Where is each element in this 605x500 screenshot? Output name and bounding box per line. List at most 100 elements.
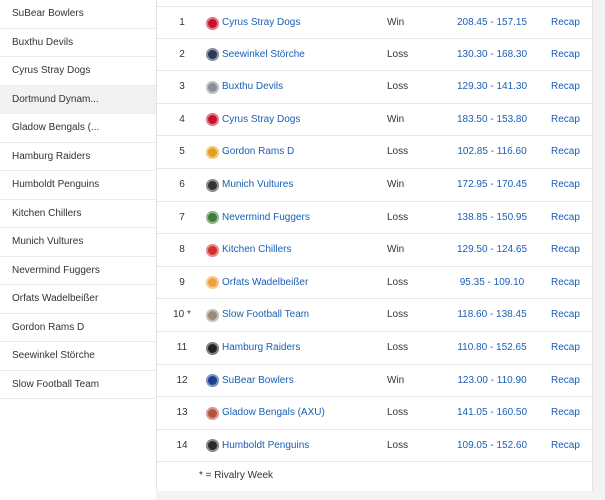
opponent-team-link[interactable]: Kitchen Chillers: [222, 234, 291, 267]
game-score-link[interactable]: 102.85 - 116.60: [432, 136, 552, 169]
sidebar-team-item[interactable]: Munich Vultures: [0, 228, 156, 257]
opponent-team-link[interactable]: SuBear Bowlers: [222, 365, 294, 398]
schedule-row: 11 Hamburg Raiders Loss 110.80 - 152.65 Reca…: [157, 332, 592, 365]
game-score-link[interactable]: 123.00 - 110.90: [432, 365, 552, 398]
recap-link[interactable]: Recap: [551, 299, 580, 332]
orfats-logo-icon: [206, 276, 219, 290]
sidebar-team-item[interactable]: Hamburg Raiders: [0, 143, 156, 171]
game-score-link[interactable]: 130.30 - 168.30: [432, 39, 552, 72]
opponent-team-link[interactable]: Hamburg Raiders: [222, 332, 300, 365]
week-number: 1: [179, 17, 185, 28]
sidebar-team-item[interactable]: Seewinkel Störche: [0, 342, 156, 371]
game-score-link[interactable]: 118.60 - 138.45: [432, 299, 552, 332]
recap-link[interactable]: Recap: [551, 397, 580, 430]
sidebar-team-item[interactable]: SuBear Bowlers: [0, 0, 156, 29]
schedule-row: 13 Gladow Bengals (AXU) Loss 141.05 - 160.5…: [157, 397, 592, 430]
game-result: Loss: [387, 48, 409, 60]
sidebar-team-item[interactable]: Gladow Bengals (...: [0, 114, 156, 143]
schedule-row: 7 Nevermind Fuggers Loss 138.85 - 150.95 Rec…: [157, 202, 592, 235]
game-result: Win: [387, 244, 405, 256]
recap-link[interactable]: Recap: [551, 39, 580, 72]
game-result: Loss: [387, 146, 409, 158]
cyrus-logo-icon: [206, 113, 219, 127]
rivalry-footnote: * = Rivalry Week: [199, 470, 274, 481]
game-result: Loss: [387, 342, 409, 353]
game-score-link[interactable]: 109.05 - 152.60: [432, 430, 552, 463]
opponent-team-link[interactable]: Buxthu Devils: [222, 71, 283, 104]
game-result: Loss: [387, 309, 409, 321]
opponent-team-link[interactable]: Slow Football Team: [222, 299, 309, 332]
sidebar-background: [0, 410, 156, 500]
week-number: 9: [179, 276, 185, 288]
opponent-team-link[interactable]: Gordon Rams D: [222, 136, 294, 169]
game-score-link[interactable]: 172.95 - 170.45: [432, 169, 552, 202]
sidebar-team-item[interactable]: Humboldt Penguins: [0, 171, 156, 200]
game-result: Win: [387, 374, 405, 386]
recap-link[interactable]: Recap: [551, 7, 580, 40]
game-score-link[interactable]: 208.45 - 157.15: [432, 7, 552, 40]
recap-link[interactable]: Recap: [551, 71, 580, 104]
opponent-team-link[interactable]: Orfats Wadelbeißer: [222, 267, 308, 300]
humboldt-logo-icon: [206, 439, 219, 453]
recap-link[interactable]: Recap: [551, 234, 580, 267]
game-score-link[interactable]: 110.80 - 152.65: [432, 332, 552, 365]
seewinkel-logo-icon: [206, 48, 219, 62]
sidebar-team-item[interactable]: Buxthu Devils: [0, 29, 156, 57]
week-number: 12: [176, 374, 188, 386]
schedule-row: 2 Seewinkel Störche Loss 130.30 - 168.30 Rec…: [157, 39, 592, 72]
schedule-row: 6 Munich Vultures Win 172.95 - 170.45 Recap: [157, 169, 592, 202]
recap-link[interactable]: Recap: [551, 169, 580, 202]
schedule-row: 10 * Slow Football Team Loss 118.60 - 138.4…: [157, 299, 592, 332]
opponent-team-link[interactable]: Cyrus Stray Dogs: [222, 104, 300, 137]
week-number: 7: [179, 211, 185, 223]
schedule-row: 1 Cyrus Stray Dogs Win 208.45 - 157.15 Recap: [157, 6, 592, 39]
slow-logo-icon: [206, 308, 219, 322]
game-result: Loss: [387, 81, 409, 93]
game-score-link[interactable]: 141.05 - 160.50: [432, 397, 552, 430]
recap-link[interactable]: Recap: [551, 430, 580, 463]
recap-link[interactable]: Recap: [551, 104, 580, 137]
recap-link[interactable]: Recap: [551, 136, 580, 169]
schedule-row: 9 Orfats Wadelbeißer Loss 95.35 - 109.10 Rec…: [157, 267, 592, 300]
game-score-link[interactable]: 95.35 - 109.10: [432, 267, 552, 300]
opponent-team-link[interactable]: Seewinkel Störche: [222, 39, 305, 72]
opponent-team-link[interactable]: Munich Vultures: [222, 169, 293, 202]
schedule-row: 5 Gordon Rams D Loss 102.85 - 116.60 Recap: [157, 136, 592, 169]
game-score-link[interactable]: 183.50 - 153.80: [432, 104, 552, 137]
sidebar-team-item[interactable]: Nevermind Fuggers: [0, 257, 156, 285]
recap-link[interactable]: Recap: [551, 202, 580, 235]
recap-link[interactable]: Recap: [551, 332, 580, 365]
schedule-table: * = Rivalry Week 1 Cyrus Stray Dogs Win 208…: [156, 0, 593, 491]
buxthu-logo-icon: [206, 80, 219, 94]
game-score-link[interactable]: 138.85 - 150.95: [432, 202, 552, 235]
sidebar-team-item[interactable]: Slow Football Team: [0, 371, 156, 399]
sidebar-team-item[interactable]: Dortmund Dynam...: [0, 85, 156, 114]
opponent-team-link[interactable]: Cyrus Stray Dogs: [222, 7, 300, 40]
game-result: Loss: [387, 211, 409, 223]
team-sidebar: SuBear Bowlers Buxthu Devils Cyrus Stray D…: [0, 0, 157, 411]
week-number: 3: [179, 81, 185, 93]
opponent-team-link[interactable]: Humboldt Penguins: [222, 430, 309, 463]
game-score-link[interactable]: 129.50 - 124.65: [432, 234, 552, 267]
recap-link[interactable]: Recap: [551, 267, 580, 300]
subear-logo-icon: [206, 374, 219, 388]
week-number: 4: [179, 113, 185, 125]
sidebar-team-item[interactable]: Kitchen Chillers: [0, 200, 156, 228]
week-number: 6: [179, 179, 185, 190]
schedule-row: 4 Cyrus Stray Dogs Win 183.50 - 153.80 Recap: [157, 104, 592, 137]
game-result: Loss: [387, 276, 409, 288]
week-number: 11: [176, 342, 188, 353]
sidebar-team-item[interactable]: Orfats Wadelbeißer: [0, 285, 156, 314]
week-number: 14: [176, 439, 188, 451]
right-gutter: [593, 0, 605, 500]
hamburg-logo-icon: [206, 341, 219, 355]
opponent-team-link[interactable]: Gladow Bengals (AXU): [222, 397, 325, 430]
sidebar-team-item[interactable]: Cyrus Stray Dogs: [0, 57, 156, 86]
game-score-link[interactable]: 129.30 - 141.30: [432, 71, 552, 104]
week-number: 8: [179, 244, 185, 256]
opponent-team-link[interactable]: Nevermind Fuggers: [222, 202, 310, 235]
bottom-strip: [156, 491, 593, 500]
game-result: Win: [387, 113, 405, 125]
recap-link[interactable]: Recap: [551, 365, 580, 398]
sidebar-team-item[interactable]: Gordon Rams D: [0, 314, 156, 342]
